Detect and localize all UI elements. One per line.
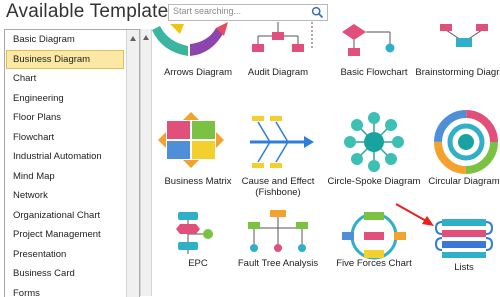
category-list: Basic Diagram Business Diagram Chart Eng… [5,30,125,297]
sidebar-item-floor-plans[interactable]: Floor Plans [6,108,124,128]
template-label: Cause and Effect (Fishbone) [224,176,332,198]
template-basic-flowchart[interactable]: Basic Flowchart [326,22,422,88]
sidebar-item-chart[interactable]: Chart [6,69,124,89]
search-icon[interactable] [311,6,324,19]
sidebar-item-network[interactable]: Network [6,186,124,206]
page-title: Available Templates [6,1,178,23]
template-label: Brainstorming Diagram [410,67,500,78]
sidebar-item-industrial-automation[interactable]: Industrial Automation [6,147,124,167]
category-sidebar: Basic Diagram Business Diagram Chart Eng… [4,29,140,297]
audit-diagram-thumbnail [230,22,326,68]
search-placeholder: Start searching... [173,6,241,16]
sidebar-item-business-card[interactable]: Business Card [6,264,124,284]
sidebar-item-mind-map[interactable]: Mind Map [6,167,124,187]
template-label: Circular Diagram [410,176,500,187]
sidebar-item-basic-diagram[interactable]: Basic Diagram [6,30,124,50]
template-brainstorming-diagram[interactable]: Brainstorming Diagram [416,22,500,88]
brainstorming-diagram-thumbnail [416,22,500,68]
sidebar-item-business-diagram[interactable]: Business Diagram [6,50,124,70]
sidebar-scrollbar[interactable] [126,30,139,297]
scroll-up-arrow-icon[interactable] [143,35,149,40]
circular-diagram-thumbnail [416,112,500,176]
annotation-arrow-icon [380,198,440,232]
sidebar-item-flowchart[interactable]: Flowchart [6,128,124,148]
template-cause-and-effect-fishbone[interactable]: Cause and Effect (Fishbone) [230,112,326,188]
template-audit-diagram[interactable]: Audit Diagram [230,22,326,88]
sidebar-item-forms[interactable]: Forms [6,284,124,297]
fault-tree-thumbnail [230,208,326,258]
template-label: Fault Tree Analysis [224,258,332,269]
template-circular-diagram[interactable]: Circular Diagram [416,112,500,188]
scroll-up-arrow-icon[interactable] [130,36,136,41]
template-circle-spoke-diagram[interactable]: Circle-Spoke Diagram [326,112,422,188]
template-label: Lists [410,262,500,273]
sidebar-item-engineering[interactable]: Engineering [6,89,124,109]
circle-spoke-thumbnail [326,112,422,176]
sidebar-item-organizational-chart[interactable]: Organizational Chart [6,206,124,226]
sidebar-item-project-management[interactable]: Project Management [6,225,124,245]
search-input[interactable]: Start searching... [168,4,328,21]
template-fault-tree-analysis[interactable]: Fault Tree Analysis [230,208,326,296]
template-label: Audit Diagram [224,67,332,78]
basic-flowchart-thumbnail [326,22,422,68]
sidebar-item-presentation[interactable]: Presentation [6,245,124,265]
fishbone-thumbnail [230,112,326,176]
